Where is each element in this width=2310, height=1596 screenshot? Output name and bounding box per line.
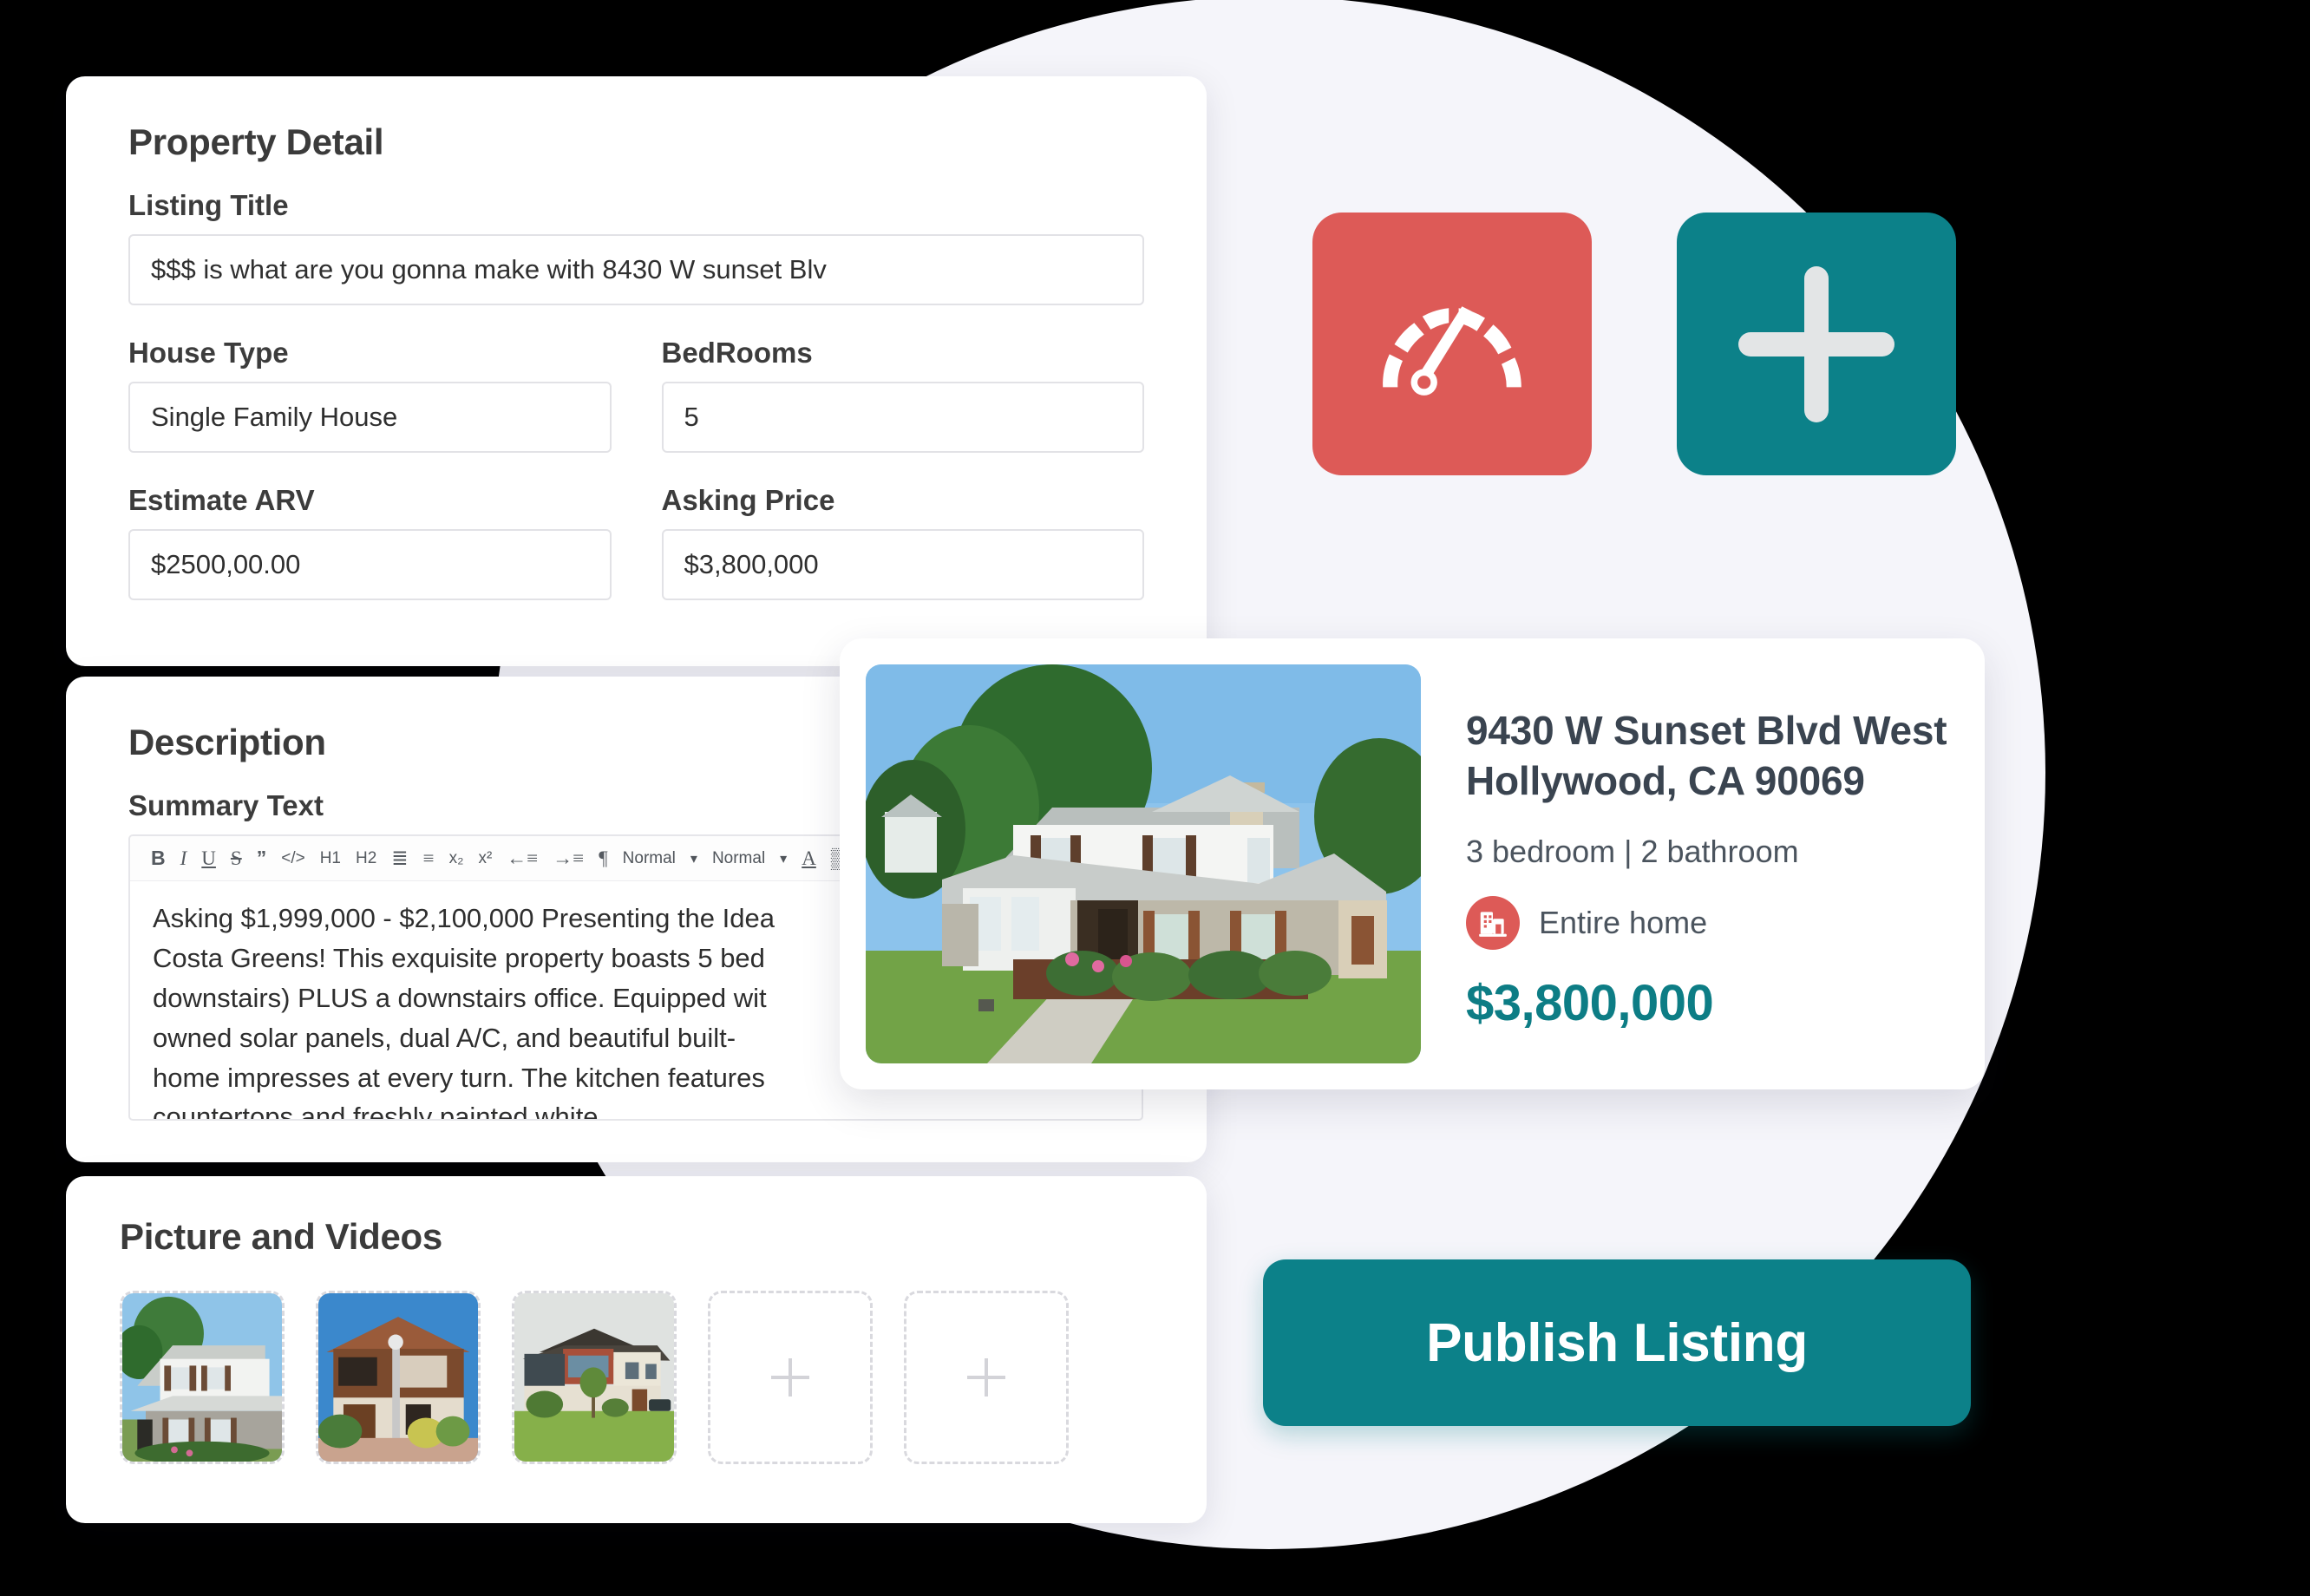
property-preview-card[interactable]: 9430 W Sunset Blvd West Hollywood, CA 90… [840,638,1985,1089]
property-address-line-1: 9430 W Sunset Blvd West [1466,708,1947,754]
indent-icon[interactable]: →≡ [553,848,584,868]
outdent-icon[interactable]: ←≡ [507,848,538,868]
plus-icon [1738,266,1894,422]
media-card: Picture and Videos [66,1176,1207,1523]
two-story-white-stone-house-image [866,664,1421,1063]
text-direction-icon[interactable]: ¶ [599,848,607,868]
bedrooms-label: BedRooms [661,337,813,369]
property-home-type: Entire home [1539,904,1708,940]
media-title: Picture and Videos [120,1216,442,1257]
ordered-list-icon[interactable]: ≣ [391,848,408,868]
house-type-label: House Type [128,337,289,369]
publish-listing-button[interactable]: Publish Listing [1263,1259,1971,1426]
strikethrough-icon[interactable]: S [231,848,242,868]
asking-price-label: Asking Price [661,484,835,516]
blockquote-icon[interactable]: ” [257,848,267,868]
gauge-icon [1383,305,1521,396]
estimate-arv-label: Estimate ARV [128,484,315,516]
plus-icon [967,1358,1005,1396]
plus-icon [771,1358,809,1396]
superscript-icon[interactable]: x² [478,850,492,867]
listing-title-input[interactable] [128,234,1144,305]
bedrooms-input[interactable] [661,382,1144,453]
property-price: $3,800,000 [1466,974,1714,1031]
property-photo [866,664,1421,1063]
property-preview-info: 9430 W Sunset Blvd West Hollywood, CA 90… [1466,696,1947,1031]
screenshot-stage: Property Detail Listing Title House Type… [0,0,2310,1596]
property-address-line-2: Hollywood, CA 90069 [1466,757,1865,803]
property-type-row: Entire home [1466,895,1947,950]
bold-icon[interactable]: B [151,848,166,868]
house-type-input[interactable] [128,382,612,453]
chevron-down-icon-1[interactable]: ▾ [690,850,697,867]
property-detail-title: Property Detail [128,121,384,162]
block-style-select[interactable]: Normal [712,850,765,867]
font-size-select[interactable]: Normal [623,850,676,867]
heading-2-icon[interactable]: H2 [356,850,376,867]
add-media-slot-1[interactable] [708,1291,873,1464]
subscript-icon[interactable]: x₂ [449,850,464,867]
thumbnail-white-siding-stone-house[interactable] [120,1291,285,1464]
chevron-down-icon-2[interactable]: ▾ [780,850,787,867]
listing-title-label: Listing Title [128,189,289,221]
thumbnail-brick-cream-house-lawn[interactable] [512,1291,677,1464]
add-media-slot-2[interactable] [904,1291,1069,1464]
text-color-icon[interactable]: A [802,848,816,868]
code-block-icon[interactable]: </> [281,850,304,867]
property-beds-baths: 3 bedroom | 2 bathroom [1466,833,1799,869]
underline-icon[interactable]: U [201,848,216,868]
thumbnail-row [120,1291,1153,1464]
italic-icon[interactable]: I [180,848,187,868]
property-detail-card: Property Detail Listing Title House Type… [66,76,1207,666]
add-button[interactable] [1677,213,1956,475]
asking-price-input[interactable] [661,529,1144,600]
estimate-arv-input[interactable] [128,529,612,600]
bullet-list-icon[interactable]: ≡ [423,848,435,868]
property-address: 9430 W Sunset Blvd West Hollywood, CA 90… [1466,706,1947,805]
heading-1-icon[interactable]: H1 [320,850,341,867]
thumbnail-brown-wood-modern-house[interactable] [316,1291,481,1464]
gauge-button[interactable] [1312,213,1592,475]
building-icon [1466,895,1520,950]
